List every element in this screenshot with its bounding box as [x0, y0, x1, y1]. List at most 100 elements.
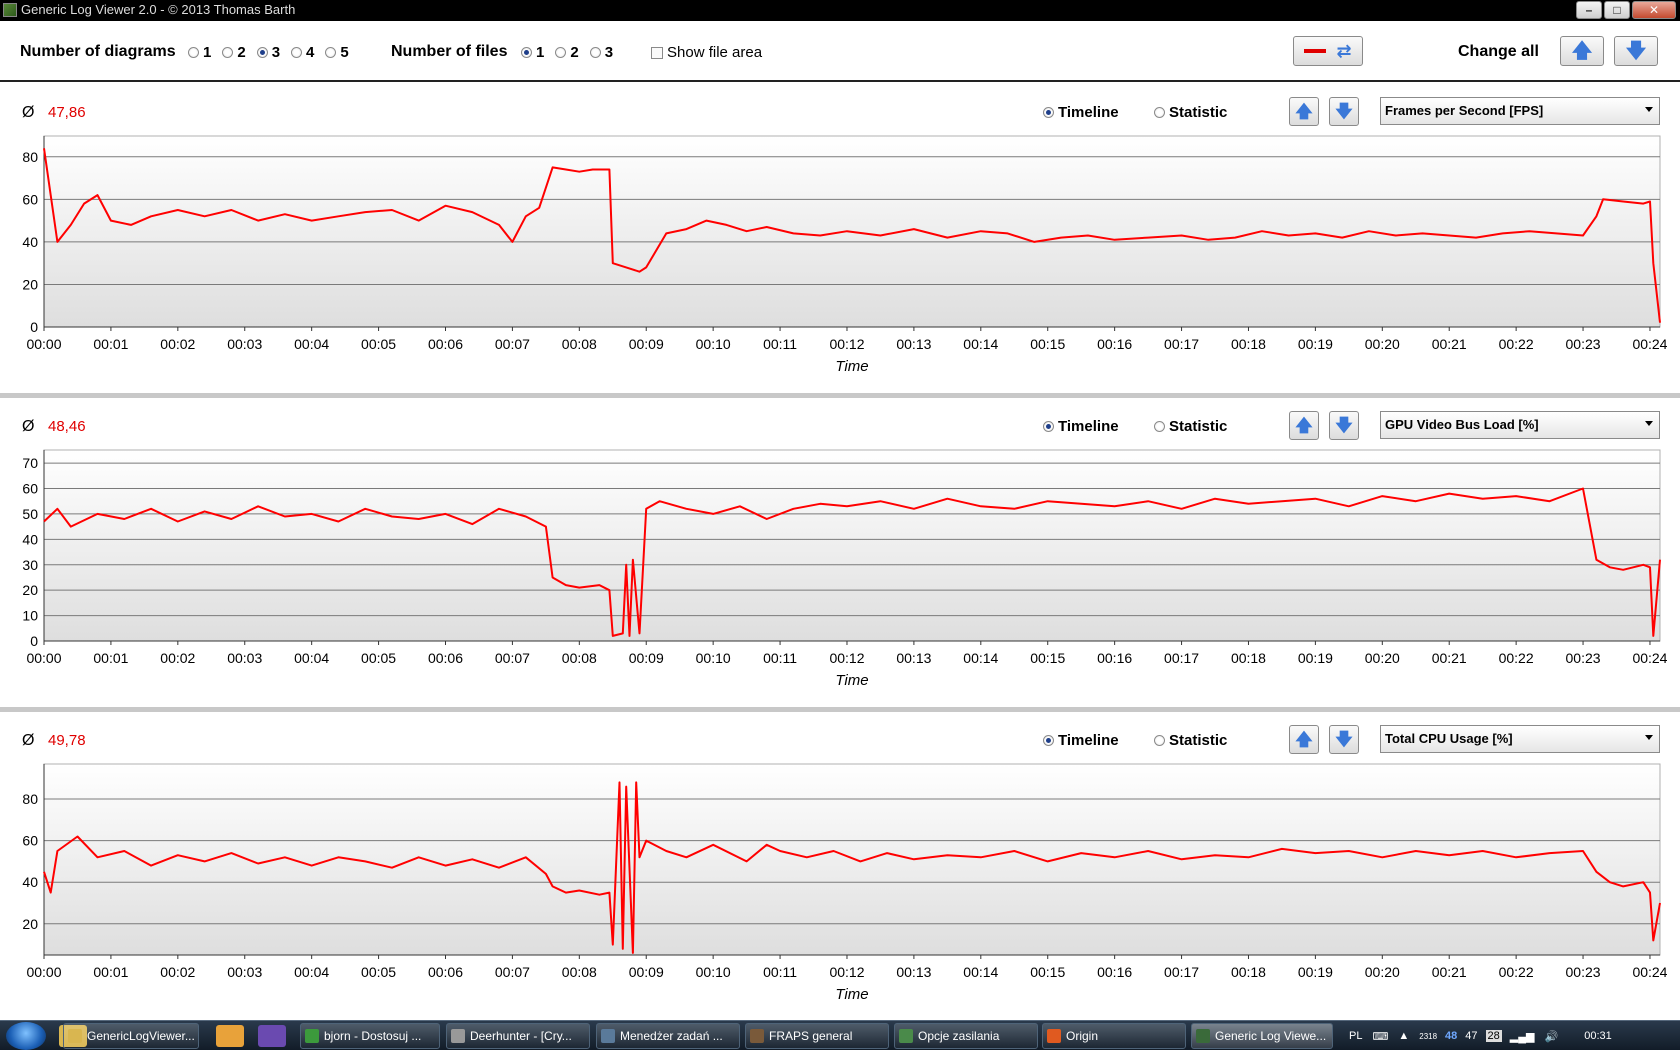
radio-button[interactable] [589, 47, 601, 58]
x-tick-label: 00:20 [1365, 964, 1400, 980]
language-indicator[interactable]: PL [1349, 1030, 1362, 1042]
diagrams-option-3[interactable]: 3 [256, 44, 280, 61]
show-file-area-checkbox[interactable]: Show file area [651, 44, 762, 61]
diagrams-option-2[interactable]: 2 [222, 44, 246, 61]
files-option-2[interactable]: 2 [555, 44, 579, 61]
y-tick-label: 20 [22, 582, 38, 598]
files-label: Number of files [391, 43, 508, 60]
x-tick-label: 00:07 [495, 336, 530, 352]
radio-button[interactable] [188, 47, 199, 58]
x-tick-label: 00:16 [1097, 650, 1132, 666]
diagram-panel-1: Ø 47,86 Timeline Statistic 🡅 🡇 Frames pe… [0, 82, 1680, 391]
line-chart: 0 10 20 30 40 50 60 70 00:00 00:01 00:02 00:03 00:04… [22, 449, 1668, 689]
taskbar-task[interactable]: GenericLogViewer... [63, 1023, 199, 1049]
window-title: Generic Log Viewer 2.0 - © 2013 Thomas B… [21, 2, 296, 17]
x-tick-label: 00:12 [829, 964, 864, 980]
taskbar-task-label: Deerhunter - [Cry... [470, 1029, 572, 1043]
x-tick-label: 00:15 [1030, 650, 1065, 666]
x-tick-label: 00:06 [428, 336, 463, 352]
diagrams-option-label: 1 [203, 44, 212, 61]
tray-expand-icon[interactable]: ▲ [1398, 1030, 1409, 1042]
diagrams-option-label: 5 [340, 44, 349, 61]
taskbar-task-label: Generic Log Viewe... [1215, 1029, 1327, 1043]
clock[interactable]: 00:31 [1584, 1030, 1612, 1042]
diagrams-option-5[interactable]: 5 [325, 44, 349, 61]
x-tick-label: 00:13 [896, 964, 931, 980]
diagrams-option-1[interactable]: 1 [188, 44, 211, 61]
files-option-3[interactable]: 3 [589, 44, 613, 61]
x-tick-label: 00:23 [1566, 650, 1601, 666]
move-all-down-button[interactable]: 🡇 [1614, 36, 1658, 66]
taskbar-task-label: Opcje zasilania [918, 1029, 1000, 1043]
arrow-down-icon: 🡇 [1625, 40, 1647, 62]
maximize-button[interactable]: □ [1604, 1, 1630, 19]
x-tick-label: 00:09 [629, 336, 664, 352]
x-tick-label: 00:13 [896, 650, 931, 666]
y-tick-label: 40 [22, 234, 38, 250]
radio-button[interactable] [256, 47, 268, 58]
file-count-group: 1 2 3 [521, 44, 624, 61]
radio-button[interactable] [521, 47, 532, 58]
x-tick-label: 00:16 [1097, 336, 1132, 352]
x-tick-label: 00:08 [562, 336, 597, 352]
volume-icon[interactable]: 🔊 [1545, 1030, 1559, 1043]
x-tick-label: 00:09 [629, 964, 664, 980]
x-tick-label: 00:05 [361, 336, 396, 352]
taskbar-task[interactable]: Origin [1042, 1023, 1186, 1049]
move-all-up-button[interactable]: 🡅 [1560, 36, 1604, 66]
taskbar-task[interactable]: Deerhunter - [Cry... [446, 1023, 590, 1049]
radio-button[interactable] [555, 47, 567, 58]
network-icon[interactable]: ▂▄▆ [1510, 1030, 1535, 1043]
radio-button[interactable] [325, 47, 337, 58]
radio-button[interactable] [222, 47, 234, 58]
x-tick-label: 00:01 [93, 964, 128, 980]
app-icon [750, 1029, 764, 1043]
files-option-1[interactable]: 1 [521, 44, 544, 61]
x-tick-label: 00:02 [160, 336, 195, 352]
x-tick-label: 00:12 [829, 336, 864, 352]
app-icon [1196, 1029, 1210, 1043]
y-tick-label: 20 [22, 916, 38, 932]
app-icon [68, 1029, 82, 1043]
checkbox-box[interactable] [651, 46, 663, 59]
taskbar-task[interactable]: Opcje zasilania [894, 1023, 1038, 1049]
taskbar-task[interactable]: Generic Log Viewe... [1191, 1023, 1333, 1049]
tray-counter-3: 47 [1465, 1030, 1478, 1042]
x-tick-label: 00:09 [629, 650, 664, 666]
keyboard-icon[interactable]: ⌨ [1372, 1030, 1388, 1043]
plot-area [43, 763, 1661, 956]
diagram-panel-3: Ø 49,78 Timeline Statistic 🡅 🡇 Total CPU… [0, 710, 1680, 1019]
taskbar-task[interactable]: bjorn - Dostosuj ... [300, 1023, 440, 1049]
y-tick-label: 80 [22, 791, 38, 807]
x-tick-label: 00:04 [294, 964, 329, 980]
diagrams-label: Number of diagrams [20, 43, 176, 60]
x-tick-label: 00:10 [696, 336, 731, 352]
radio-button[interactable] [291, 47, 303, 58]
x-tick-label: 00:18 [1231, 336, 1266, 352]
taskbar-task[interactable]: Menedżer zadań ... [596, 1023, 740, 1049]
visual-studio-icon[interactable] [258, 1025, 286, 1047]
taskbar-task[interactable]: FRAPS general [745, 1023, 889, 1049]
x-tick-label: 00:19 [1298, 650, 1333, 666]
x-tick-label: 00:12 [829, 650, 864, 666]
x-tick-label: 00:08 [562, 964, 597, 980]
line-color-toggle-button[interactable]: ⇄ [1293, 36, 1363, 66]
x-tick-label: 00:23 [1566, 336, 1601, 352]
close-button[interactable]: ✕ [1632, 1, 1676, 19]
y-tick-label: 60 [22, 833, 38, 849]
x-tick-label: 00:14 [963, 336, 998, 352]
tray-counter-2: 48 [1445, 1030, 1458, 1042]
x-tick-label: 00:08 [562, 650, 597, 666]
media-player-icon[interactable] [216, 1025, 244, 1047]
tray-counter-1: 2318 [1419, 1031, 1438, 1041]
show-file-area-label: Show file area [667, 44, 763, 61]
line-chart: 0 20 40 60 80 00:00 00:01 00:02 00:03 00:04 00:05 0… [22, 135, 1668, 375]
start-button[interactable] [6, 1022, 46, 1050]
x-tick-label: 00:24 [1632, 650, 1667, 666]
app-icon [305, 1029, 319, 1043]
diagrams-option-4[interactable]: 4 [291, 44, 314, 61]
x-tick-label: 00:18 [1231, 964, 1266, 980]
minimize-button[interactable]: – [1576, 1, 1602, 19]
x-tick-label: 00:03 [227, 650, 262, 666]
diagrams-option-label: 4 [306, 44, 315, 61]
